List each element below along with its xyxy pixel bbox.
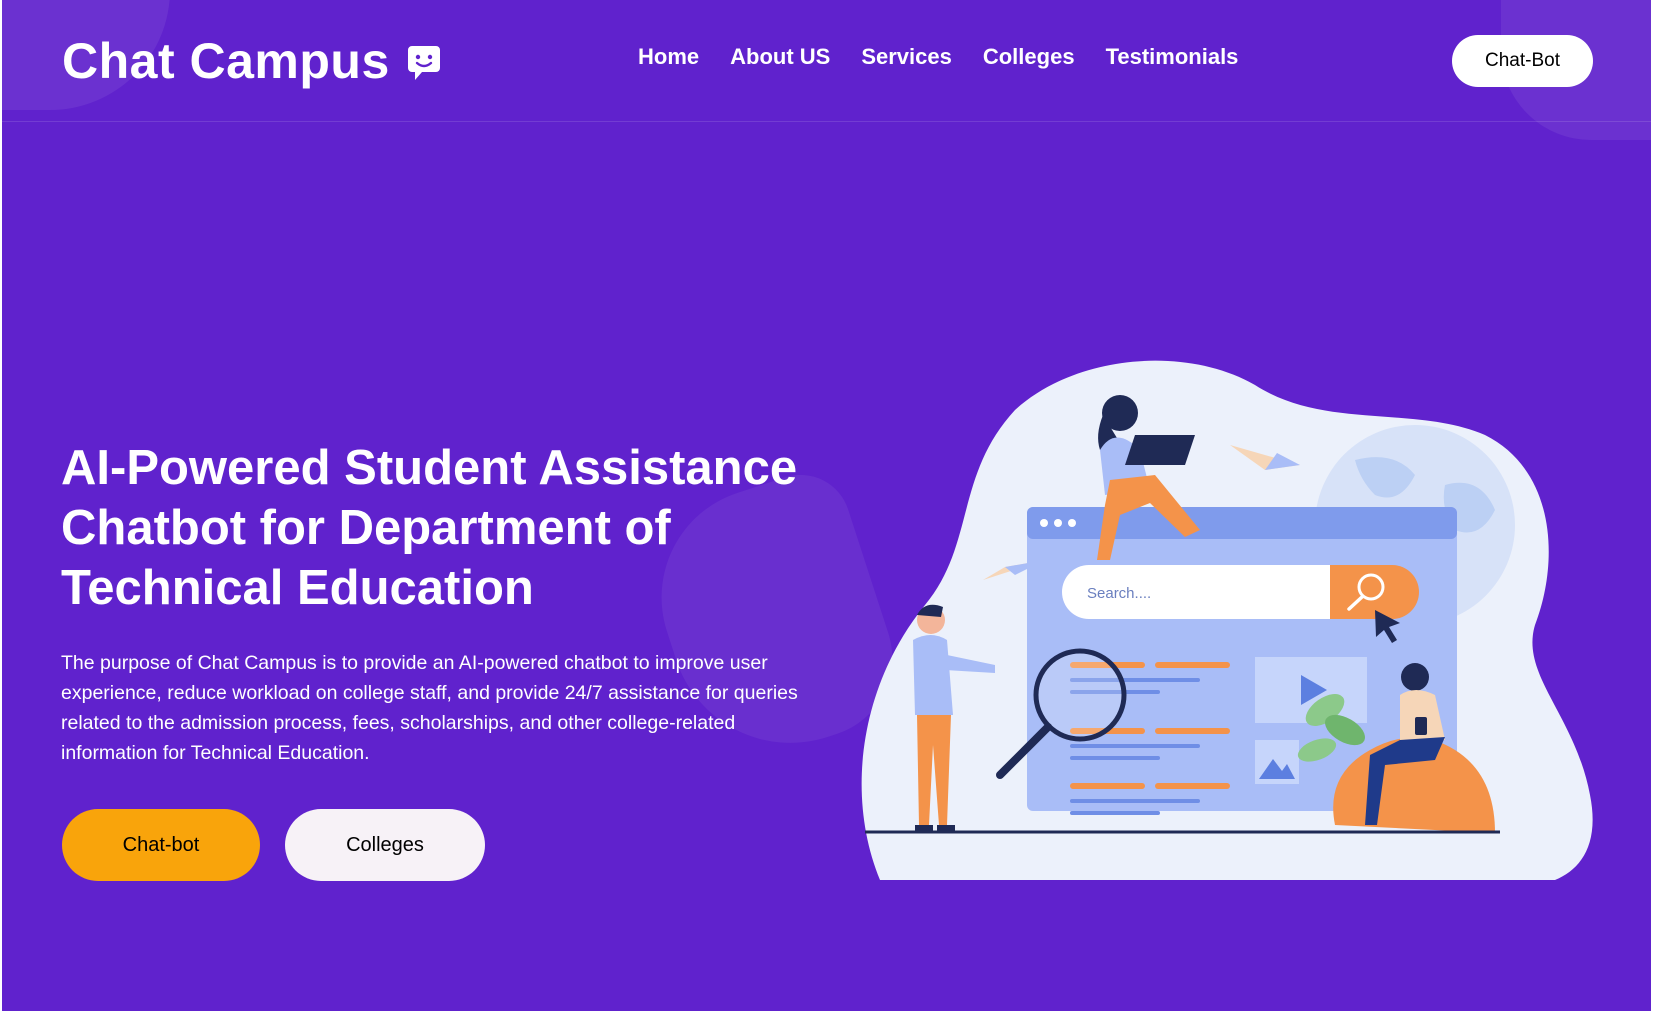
- nav-testimonials[interactable]: Testimonials: [1106, 44, 1239, 70]
- nav-colleges[interactable]: Colleges: [983, 44, 1075, 70]
- page-right-border: [1651, 0, 1655, 1011]
- chatbot-header-button[interactable]: Chat-Bot: [1452, 35, 1593, 87]
- nav-home[interactable]: Home: [638, 44, 699, 70]
- nav-about-us[interactable]: About US: [730, 44, 830, 70]
- colleges-button[interactable]: Colleges: [285, 809, 485, 881]
- illustration-search-placeholder: Search....: [1087, 585, 1151, 602]
- chat-smile-icon: [407, 46, 440, 80]
- browser-titlebar: [1027, 507, 1457, 539]
- hero-title: AI-Powered Student Assistance Chatbot fo…: [61, 441, 798, 615]
- brand-logo[interactable]: Chat Campus: [62, 32, 442, 90]
- chatbot-button[interactable]: Chat-bot: [62, 809, 260, 881]
- brand-name: Chat Campus: [62, 33, 390, 89]
- window-dot: [1054, 519, 1062, 527]
- main-nav: Home About US Services Colleges Testimon…: [638, 44, 1269, 70]
- nav-services[interactable]: Services: [861, 44, 952, 70]
- window-dot: [1040, 519, 1048, 527]
- hero-illustration: Search....: [861, 360, 1593, 880]
- window-dot: [1068, 519, 1076, 527]
- page-left-border: [0, 0, 2, 1011]
- site-header: Chat Campus Home About US Services Colle…: [2, 0, 1651, 122]
- illustration-search-button: [1330, 565, 1419, 619]
- hero-description: The purpose of Chat Campus is to provide…: [61, 652, 798, 764]
